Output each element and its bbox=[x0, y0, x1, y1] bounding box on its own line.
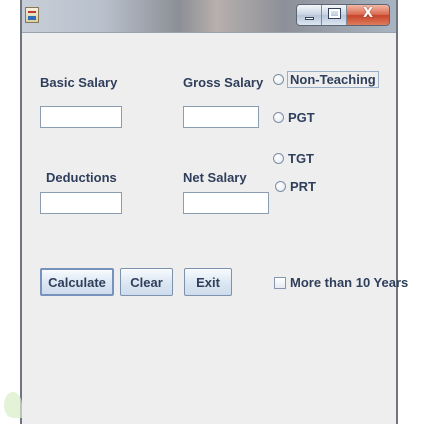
close-icon: X bbox=[362, 6, 374, 21]
maximize-icon bbox=[328, 8, 341, 19]
basic-salary-label: Basic Salary bbox=[40, 75, 118, 90]
radio-tgt[interactable]: TGT bbox=[273, 151, 314, 166]
radio-label-tgt: TGT bbox=[288, 151, 314, 166]
gross-salary-label: Gross Salary bbox=[183, 75, 264, 90]
radio-circle-icon bbox=[273, 153, 284, 164]
net-salary-label: Net Salary bbox=[183, 170, 247, 185]
calculate-button[interactable]: Calculate bbox=[40, 268, 114, 296]
net-salary-field[interactable] bbox=[183, 192, 269, 214]
radio-label-prt: PRT bbox=[290, 179, 316, 194]
clear-button[interactable]: Clear bbox=[120, 268, 173, 296]
radio-circle-icon bbox=[273, 112, 284, 123]
more-than-10-years-checkbox[interactable]: More than 10 Years bbox=[274, 275, 408, 290]
checkbox-icon bbox=[274, 276, 286, 289]
app-icon bbox=[25, 7, 39, 23]
window-titlebar[interactable]: X bbox=[22, 0, 396, 33]
minimize-icon bbox=[305, 17, 314, 20]
minimize-button[interactable] bbox=[297, 5, 322, 25]
window-controls: X bbox=[296, 4, 390, 26]
basic-salary-field[interactable] bbox=[40, 106, 122, 128]
deductions-field[interactable] bbox=[40, 192, 122, 214]
decorative-leaf-icon bbox=[4, 392, 22, 418]
maximize-button[interactable] bbox=[322, 5, 347, 25]
deductions-label: Deductions bbox=[46, 170, 117, 185]
radio-label-pgt: PGT bbox=[288, 110, 315, 125]
radio-prt[interactable]: PRT bbox=[275, 179, 316, 194]
radio-label-non-teaching: Non-Teaching bbox=[287, 71, 379, 88]
radio-non-teaching[interactable]: Non-Teaching bbox=[273, 71, 379, 88]
gross-salary-field[interactable] bbox=[183, 106, 259, 128]
exit-button[interactable]: Exit bbox=[184, 268, 232, 296]
close-button[interactable]: X bbox=[347, 5, 389, 25]
checkbox-label: More than 10 Years bbox=[290, 275, 409, 290]
radio-circle-icon bbox=[275, 181, 286, 192]
radio-circle-icon bbox=[273, 74, 284, 85]
salary-calculator-window: X Basic Salary Gross Salary Deductions N… bbox=[20, 0, 408, 424]
radio-pgt[interactable]: PGT bbox=[273, 110, 315, 125]
